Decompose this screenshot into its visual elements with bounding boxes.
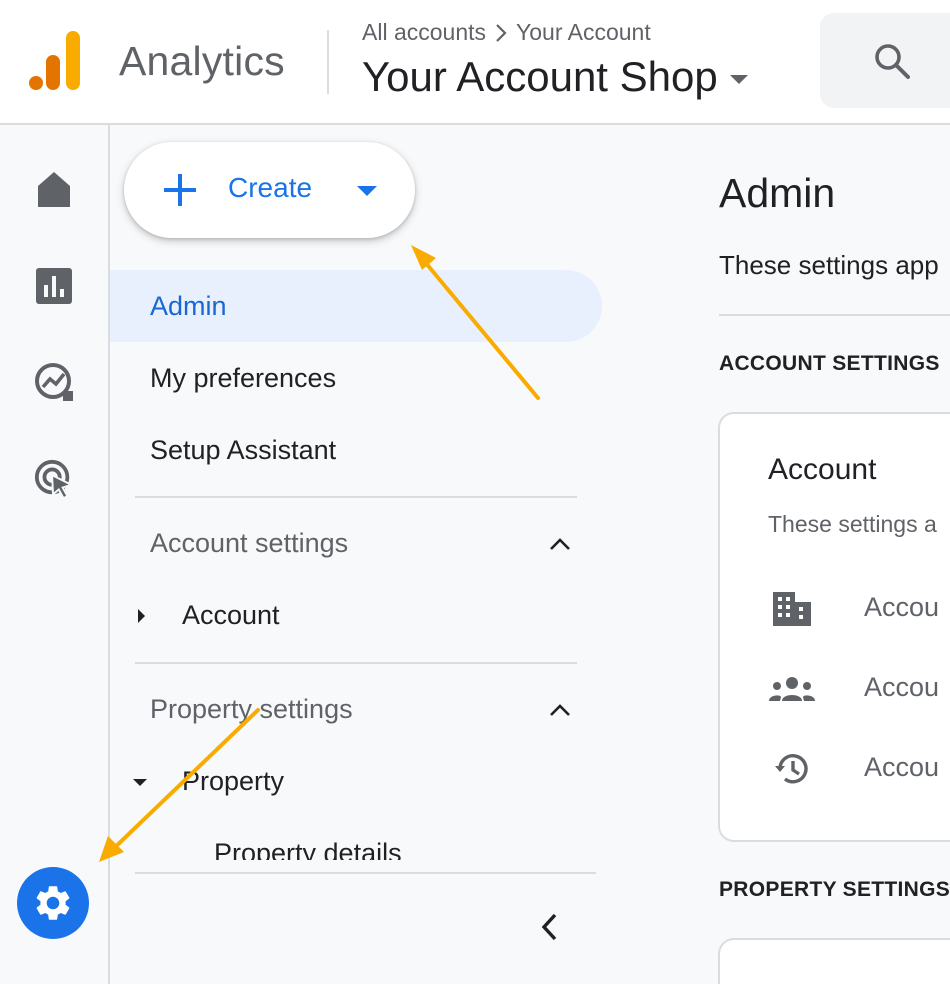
advertising-icon[interactable] xyxy=(33,458,75,500)
nav-item-setup-assistant[interactable]: Setup Assistant xyxy=(110,414,602,486)
caret-down-icon xyxy=(729,74,748,84)
building-icon xyxy=(768,587,816,631)
account-settings-section-header[interactable]: Account settings xyxy=(150,528,348,559)
create-button[interactable]: Create xyxy=(124,142,415,238)
tree-item-property-details[interactable]: Property details xyxy=(214,838,402,860)
property-settings-card xyxy=(718,938,950,984)
collapse-nav-icon[interactable] xyxy=(537,910,563,944)
account-name: Your Account Shop xyxy=(362,53,718,100)
card-description: These settings a xyxy=(768,511,937,537)
chevron-up-icon[interactable] xyxy=(548,702,572,718)
card-row-account-details[interactable]: Accou xyxy=(864,592,939,623)
search-bar[interactable] xyxy=(820,13,950,108)
dropdown-arrow-icon[interactable] xyxy=(357,186,377,196)
people-icon xyxy=(768,667,816,711)
property-settings-heading: PROPERTY SETTINGS xyxy=(719,878,950,901)
breadcrumb-current[interactable]: Your Account xyxy=(516,19,651,46)
chevron-up-icon[interactable] xyxy=(548,536,572,552)
reports-icon[interactable] xyxy=(33,265,75,307)
card-row-account-history[interactable]: Accou xyxy=(864,752,939,783)
nav-divider xyxy=(135,872,596,874)
card-row-account-access[interactable]: Accou xyxy=(864,672,939,703)
nav-item-label: Setup Assistant xyxy=(150,434,337,465)
page-description: These settings app xyxy=(719,250,939,280)
chevron-right-icon xyxy=(496,23,507,42)
admin-settings-button[interactable] xyxy=(17,867,89,939)
breadcrumb-root[interactable]: All accounts xyxy=(362,19,486,46)
expand-arrow-icon[interactable] xyxy=(138,609,145,623)
plus-icon xyxy=(164,174,196,206)
tree-item-account[interactable]: Account xyxy=(182,600,280,631)
left-rail xyxy=(0,125,110,984)
main-divider xyxy=(719,314,950,316)
home-icon[interactable] xyxy=(33,168,75,210)
tree-item-property[interactable]: Property xyxy=(182,766,284,797)
history-icon xyxy=(768,747,816,791)
explore-icon[interactable] xyxy=(33,361,75,403)
search-icon xyxy=(875,44,910,79)
nav-scroll-clip: Property details xyxy=(110,830,610,860)
nav-item-label: My preferences xyxy=(150,362,337,393)
nav-item-label: Admin xyxy=(150,290,227,321)
top-app-bar: Analytics All accounts Your Account Your… xyxy=(0,0,950,125)
nav-item-my-preferences[interactable]: My preferences xyxy=(110,342,602,414)
breadcrumb[interactable]: All accounts Your Account xyxy=(362,19,651,46)
nav-divider xyxy=(135,496,577,498)
property-settings-section-header[interactable]: Property settings xyxy=(150,694,353,725)
header-divider xyxy=(327,30,329,94)
collapse-arrow-icon[interactable] xyxy=(133,779,147,786)
account-settings-heading: ACCOUNT SETTINGS xyxy=(719,352,940,375)
page-title: Admin xyxy=(719,170,836,216)
gear-icon xyxy=(36,886,70,920)
account-picker[interactable]: Your Account Shop xyxy=(362,53,748,101)
app-name: Analytics xyxy=(119,38,285,84)
nav-divider xyxy=(135,662,577,664)
create-label: Create xyxy=(228,172,313,203)
card-title: Account xyxy=(768,453,877,486)
analytics-logo[interactable] xyxy=(28,31,82,91)
nav-item-admin[interactable]: Admin xyxy=(110,270,602,342)
